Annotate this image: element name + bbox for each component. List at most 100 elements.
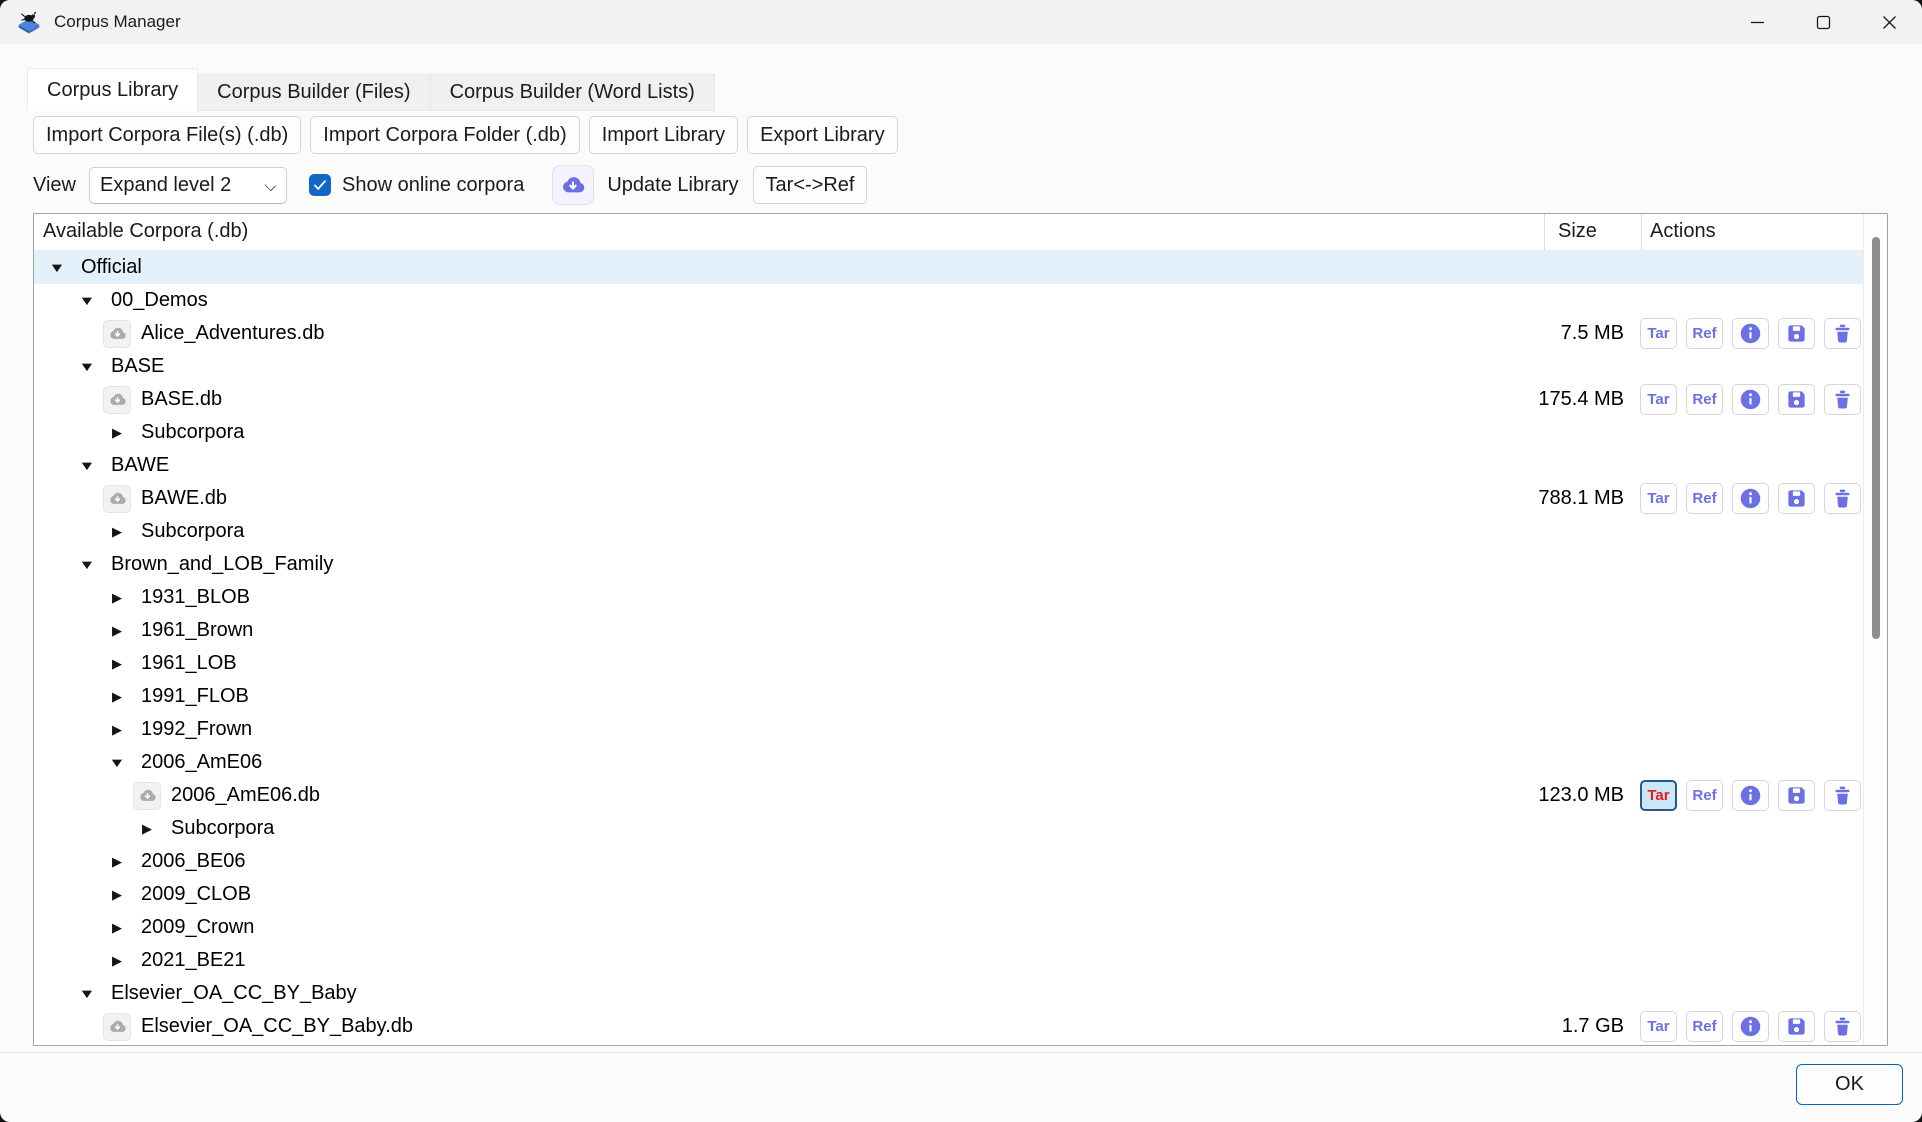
tree-item-label: Alice_Adventures.db <box>141 322 324 345</box>
expander-icon[interactable]: ▶ <box>103 680 131 713</box>
save-icon <box>1785 784 1808 807</box>
expander-icon[interactable]: ▶ <box>133 812 161 845</box>
tree-row[interactable]: Alice_Adventures.db 7.5 MB Tar Ref <box>34 317 1863 350</box>
ref-button[interactable]: Ref <box>1686 483 1723 514</box>
tar-button[interactable]: Tar <box>1640 483 1677 514</box>
tar-button[interactable]: Tar <box>1640 384 1677 415</box>
tree-row[interactable]: ▼ BAWE <box>34 449 1863 482</box>
expander-icon[interactable]: ▶ <box>103 647 131 680</box>
expander-icon[interactable]: ▼ <box>68 449 106 482</box>
tree-row[interactable]: ▼ Official <box>34 251 1863 284</box>
ref-button[interactable]: Ref <box>1686 384 1723 415</box>
save-button[interactable] <box>1778 1011 1815 1042</box>
save-button[interactable] <box>1778 384 1815 415</box>
ref-button[interactable]: Ref <box>1686 318 1723 349</box>
expander-icon[interactable]: ▼ <box>38 251 76 284</box>
tree-row[interactable]: Elsevier_OA_CC_BY_Baby.db 1.7 GB Tar Ref <box>34 1010 1863 1043</box>
expander-icon[interactable]: ▶ <box>103 416 131 449</box>
export-library-button[interactable]: Export Library <box>747 116 898 154</box>
delete-button[interactable] <box>1824 1011 1861 1042</box>
tree-row[interactable]: BASE.db 175.4 MB Tar Ref <box>34 383 1863 416</box>
tree-row[interactable]: ▶ 1961_LOB <box>34 647 1863 680</box>
tree-item-label: Subcorpora <box>141 421 244 444</box>
tar-button[interactable]: Tar <box>1640 780 1677 811</box>
expander-icon[interactable]: ▶ <box>103 614 131 647</box>
delete-button[interactable] <box>1824 318 1861 349</box>
expander-icon[interactable]: ▶ <box>103 944 131 977</box>
tree-row[interactable]: ▶ 2009_Crown <box>34 911 1863 944</box>
tree-row[interactable]: ▼ Elsevier_OA_CC_BY_Baby <box>34 977 1863 1010</box>
tab-corpus-builder-word-lists[interactable]: Corpus Builder (Word Lists) <box>431 74 715 111</box>
maximize-button[interactable] <box>1790 0 1856 44</box>
expander-icon[interactable]: ▼ <box>68 977 106 1010</box>
expander-icon[interactable]: ▶ <box>103 515 131 548</box>
expander-icon[interactable]: ▼ <box>68 548 106 581</box>
cloud-download-icon <box>133 782 161 810</box>
tab-corpus-library[interactable]: Corpus Library <box>27 68 198 111</box>
tar-ref-swap-button[interactable]: Tar<->Ref <box>753 166 868 204</box>
info-button[interactable] <box>1732 384 1769 415</box>
tree-row[interactable]: ▶ 2021_BE21 <box>34 944 1863 977</box>
tar-button[interactable]: Tar <box>1640 1011 1677 1042</box>
delete-button[interactable] <box>1824 780 1861 811</box>
tree-row[interactable]: ▶ 1931_BLOB <box>34 581 1863 614</box>
expander-icon[interactable]: ▶ <box>103 911 131 944</box>
vertical-scrollbar[interactable] <box>1863 214 1887 1045</box>
delete-button[interactable] <box>1824 384 1861 415</box>
info-button[interactable] <box>1732 1011 1769 1042</box>
tree-row[interactable]: ▶ 2006_BE06 <box>34 845 1863 878</box>
tree-item-label: 1931_BLOB <box>141 586 250 609</box>
tree-row[interactable]: ▶ Subcorpora <box>34 812 1863 845</box>
expand-level-select[interactable]: Expand level 2 <box>89 167 287 204</box>
show-online-corpora-checkbox[interactable] <box>309 174 331 196</box>
tree-row[interactable]: ▼ BASE <box>34 350 1863 383</box>
info-button[interactable] <box>1732 483 1769 514</box>
tree-item-label: BAWE <box>111 454 169 477</box>
tree-item-label: 2009_CLOB <box>141 883 251 906</box>
info-button[interactable] <box>1732 318 1769 349</box>
expander-icon[interactable]: ▼ <box>98 746 136 779</box>
close-icon <box>1882 15 1897 30</box>
close-button[interactable] <box>1856 0 1922 44</box>
scrollbar-thumb[interactable] <box>1872 237 1880 639</box>
tree-row[interactable]: ▶ 2009_CLOB <box>34 878 1863 911</box>
tar-button[interactable]: Tar <box>1640 318 1677 349</box>
save-button[interactable] <box>1778 780 1815 811</box>
tree-row[interactable]: ▶ 1961_Brown <box>34 614 1863 647</box>
save-button[interactable] <box>1778 483 1815 514</box>
import-corpora-files-button[interactable]: Import Corpora File(s) (.db) <box>33 116 301 154</box>
tree-item-label: 1991_FLOB <box>141 685 249 708</box>
column-divider <box>1544 214 1545 251</box>
ok-button[interactable]: OK <box>1796 1064 1903 1105</box>
expander-icon[interactable]: ▶ <box>103 713 131 746</box>
import-library-button[interactable]: Import Library <box>589 116 738 154</box>
tree-row[interactable]: ▶ Subcorpora <box>34 416 1863 449</box>
import-corpora-folder-button[interactable]: Import Corpora Folder (.db) <box>310 116 579 154</box>
tab-bar: Corpus Library Corpus Builder (Files) Co… <box>27 68 715 111</box>
tab-corpus-builder-files[interactable]: Corpus Builder (Files) <box>198 74 430 111</box>
update-library-button[interactable] <box>552 165 594 205</box>
tree-row[interactable]: BAWE.db 788.1 MB Tar Ref <box>34 482 1863 515</box>
delete-button[interactable] <box>1824 483 1861 514</box>
expander-icon[interactable]: ▶ <box>103 878 131 911</box>
expander-icon[interactable]: ▼ <box>68 350 106 383</box>
tree-row[interactable]: ▼ Brown_and_LOB_Family <box>34 548 1863 581</box>
ref-button[interactable]: Ref <box>1686 780 1723 811</box>
tree-row[interactable]: ▶ 1991_FLOB <box>34 680 1863 713</box>
expander-icon[interactable]: ▶ <box>103 845 131 878</box>
expander-icon[interactable]: ▶ <box>103 581 131 614</box>
tree-row[interactable]: ▼ 00_Demos <box>34 284 1863 317</box>
titlebar: Corpus Manager <box>0 0 1922 44</box>
minimize-button[interactable] <box>1724 0 1790 44</box>
info-button[interactable] <box>1732 780 1769 811</box>
tree-row[interactable]: 2006_AmE06.db 123.0 MB Tar Ref <box>34 779 1863 812</box>
tree-item-label: 2021_BE21 <box>141 949 246 972</box>
ref-button[interactable]: Ref <box>1686 1011 1723 1042</box>
tree-row[interactable]: ▼ 2006_AmE06 <box>34 746 1863 779</box>
size-value: 7.5 MB <box>1512 322 1624 345</box>
tree-row[interactable]: ▶ 1992_Frown <box>34 713 1863 746</box>
save-button[interactable] <box>1778 318 1815 349</box>
tree-row[interactable]: ▶ Subcorpora <box>34 515 1863 548</box>
expander-icon[interactable]: ▼ <box>68 284 106 317</box>
size-value: 123.0 MB <box>1512 784 1624 807</box>
